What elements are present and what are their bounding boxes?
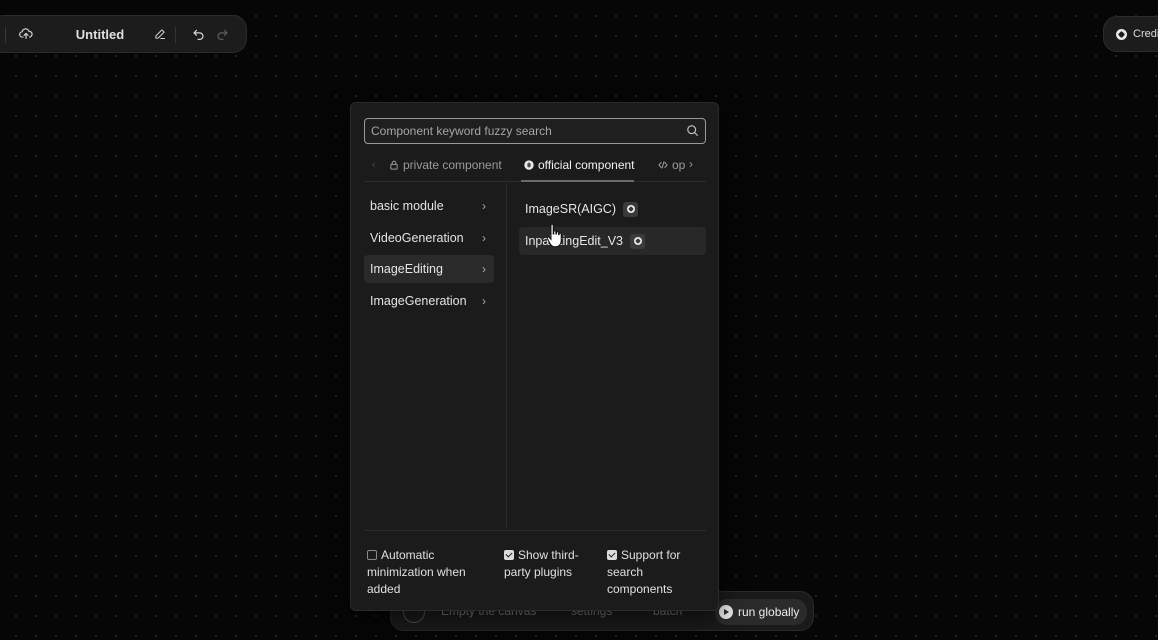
code-icon [658,161,668,169]
search-box [364,118,706,144]
category-image-generation[interactable]: ImageGeneration › [364,287,494,315]
option-auto-minimize[interactable]: Automatic minimization when added [367,547,487,598]
top-toolbar: Untitled [0,15,247,53]
category-list: basic module › VideoGeneration › ImageEd… [364,192,494,318]
component-label: InpaintingEdit_V3 [525,234,623,248]
search-icon[interactable] [686,124,699,137]
play-icon [719,605,733,619]
component-item-inpaintingedit[interactable]: InpaintingEdit_V3 [519,227,706,255]
category-label: ImageGeneration [370,293,467,308]
component-list: ImageSR(AIGC) InpaintingEdit_V3 [519,195,706,259]
run-globally-button[interactable]: run globally [715,599,808,625]
category-label: VideoGeneration [370,230,464,245]
component-item-imagesr[interactable]: ImageSR(AIGC) [519,195,706,223]
tab-label: official component [538,158,635,172]
column-divider [506,183,507,529]
official-badge-icon [524,160,534,170]
toolbar-separator [175,27,176,43]
component-tabs: ‹ private component official component o… [364,152,706,182]
option-label: Automatic minimization when added [367,548,466,596]
chevron-right-icon: › [482,262,486,276]
checkbox-icon[interactable] [367,550,377,560]
option-label: Show third-party plugins [504,548,579,579]
category-image-editing[interactable]: ImageEditing › [364,255,494,283]
category-video-generation[interactable]: VideoGeneration › [364,224,494,252]
option-search-components[interactable]: Support for search components [607,547,707,598]
category-basic-module[interactable]: basic module › [364,192,494,220]
document-title[interactable]: Untitled [63,27,137,42]
undo-icon[interactable] [189,25,207,43]
tabs-scroll-left-icon[interactable]: ‹ [372,159,376,171]
chevron-right-icon: › [482,230,486,245]
checkbox-checked-icon[interactable] [607,550,617,560]
cloud-upload-icon[interactable] [17,25,35,43]
category-label: basic module [370,199,444,213]
tab-label: private component [403,158,502,172]
checkbox-checked-icon[interactable] [504,550,514,560]
category-label: ImageEditing [370,262,443,276]
active-tab-indicator [521,180,634,182]
lock-icon [390,160,398,170]
official-badge-icon [630,233,645,249]
pencil-icon[interactable] [151,25,169,43]
credits-button[interactable]: Credi [1103,16,1158,52]
tab-official-component[interactable]: official component [524,158,635,172]
option-label: Support for search components [607,548,681,596]
tab-label: op [672,158,686,172]
component-panel: ‹ private component official component o… [350,102,719,611]
component-label: ImageSR(AIGC) [525,202,616,216]
tabs-scroll-right-icon[interactable]: › [689,157,693,171]
tab-open-component[interactable]: op [658,158,685,172]
credits-label: Credi [1133,28,1158,40]
option-show-third-party[interactable]: Show third-party plugins [504,547,584,581]
credits-icon [1116,28,1127,40]
run-globally-label: run globally [738,605,800,619]
chevron-right-icon: › [482,293,486,308]
official-badge-icon [623,201,638,217]
chevron-right-icon: › [482,199,486,213]
component-search-input[interactable] [365,119,675,143]
tab-private-component[interactable]: private component [389,158,502,172]
redo-icon[interactable] [213,25,231,43]
footer-divider [364,530,706,531]
toolbar-divider [5,27,6,43]
